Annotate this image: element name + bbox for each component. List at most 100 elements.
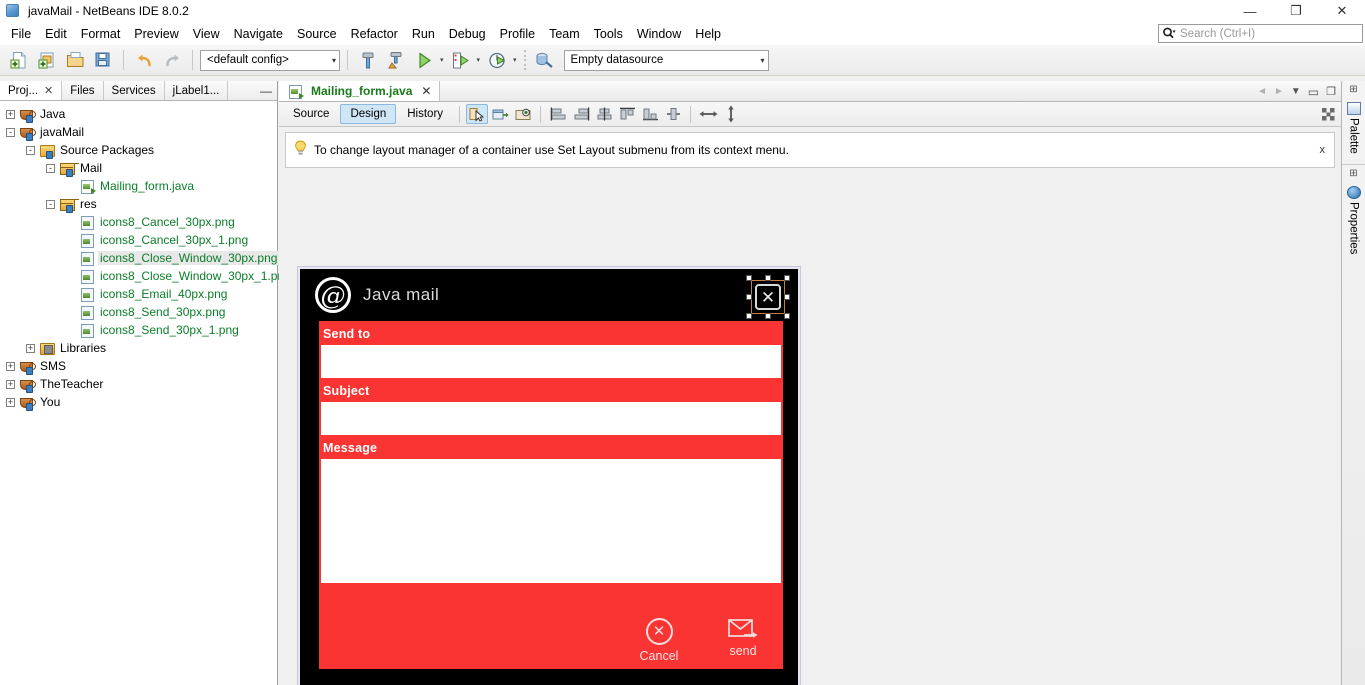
tree-item-icons8-email-40px[interactable]: icons8_Email_40px.png: [0, 285, 277, 303]
tree-item-icons8-cancel-30px-1[interactable]: icons8_Cancel_30px_1.png: [0, 231, 277, 249]
run-play-icon[interactable]: [411, 48, 437, 73]
tree-item-libraries[interactable]: + Libraries: [0, 339, 277, 357]
expander-icon[interactable]: +: [6, 379, 15, 389]
menu-tools[interactable]: Tools: [587, 24, 630, 44]
menu-help[interactable]: Help: [688, 24, 728, 44]
expander-icon[interactable]: +: [26, 343, 35, 353]
dock-tab-palette[interactable]: Palette: [1345, 98, 1363, 158]
tree-item-sms[interactable]: + SMS: [0, 357, 277, 375]
mode-design-button[interactable]: Design: [340, 104, 397, 124]
menu-navigate[interactable]: Navigate: [227, 24, 290, 44]
menu-debug[interactable]: Debug: [442, 24, 493, 44]
mailing-form-preview[interactable]: @ Java mail ✕ Send to Subject Message ✕ …: [298, 267, 800, 685]
menu-preview[interactable]: Preview: [127, 24, 185, 44]
hammer-icon[interactable]: [355, 48, 381, 73]
design-canvas[interactable]: @ Java mail ✕ Send to Subject Message ✕ …: [279, 173, 1341, 685]
menu-source[interactable]: Source: [290, 24, 344, 44]
tab-list-dropdown[interactable]: ▼: [1291, 86, 1301, 97]
new-project-icon[interactable]: [34, 48, 60, 73]
cursor-select-icon[interactable]: [466, 104, 489, 124]
minimize-panel-button[interactable]: —: [257, 81, 275, 101]
config-combo[interactable]: <default config> ▾: [200, 49, 340, 71]
redo-icon[interactable]: [159, 48, 185, 73]
tab-services[interactable]: Services: [104, 81, 165, 100]
close-icon[interactable]: ✕: [421, 84, 431, 98]
search-input[interactable]: Search (Ctrl+I): [1158, 24, 1363, 43]
resize-width-icon[interactable]: [697, 104, 719, 124]
close-hint-button[interactable]: x: [1320, 144, 1326, 156]
expander-icon[interactable]: -: [46, 163, 55, 173]
menu-view[interactable]: View: [186, 24, 227, 44]
menu-window[interactable]: Window: [630, 24, 688, 44]
align-left-icon[interactable]: [547, 104, 569, 124]
editor-tab-mailing-form[interactable]: Mailing_form.java ✕: [279, 81, 441, 101]
tree-item-javamail[interactable]: - javaMail: [0, 123, 277, 141]
form-send-button[interactable]: send: [713, 618, 773, 658]
resize-handle-top-right[interactable]: [784, 275, 790, 281]
debug-icon[interactable]: [448, 48, 474, 73]
tab-projects[interactable]: Proj... ✕: [0, 81, 63, 100]
form-close-button[interactable]: ✕: [746, 275, 790, 319]
menu-run[interactable]: Run: [405, 24, 442, 44]
expander-icon[interactable]: -: [6, 127, 15, 137]
tree-item-mail-package[interactable]: - Mail: [0, 159, 277, 177]
tree-item-java[interactable]: + Java: [0, 105, 277, 123]
float-window-button[interactable]: ❐: [1326, 85, 1336, 98]
datasource-combo[interactable]: Empty datasource ▾: [563, 49, 769, 71]
expander-icon[interactable]: -: [46, 199, 55, 209]
resize-handle-top-left[interactable]: [746, 275, 752, 281]
resize-handle-bottom-center[interactable]: [765, 313, 771, 319]
align-bottom-icon[interactable]: [639, 104, 661, 124]
connection-icon[interactable]: [489, 104, 511, 124]
menu-profile[interactable]: Profile: [493, 24, 542, 44]
tree-item-source-packages[interactable]: - Source Packages: [0, 141, 277, 159]
tree-item-res-package[interactable]: - res: [0, 195, 277, 213]
debug-dropdown-arrow-icon[interactable]: ▾: [477, 56, 481, 64]
tree-item-icons8-send-30px[interactable]: icons8_Send_30px.png: [0, 303, 277, 321]
tree-item-icons8-send-30px-1[interactable]: icons8_Send_30px_1.png: [0, 321, 277, 339]
subject-input[interactable]: [321, 402, 781, 435]
expander-icon[interactable]: -: [26, 145, 35, 155]
tab-jlabel1[interactable]: jLabel1...: [165, 81, 229, 100]
dock-tab-properties[interactable]: Properties: [1345, 182, 1363, 258]
center-h-icon[interactable]: [662, 104, 684, 124]
align-right-icon[interactable]: [570, 104, 592, 124]
profile-icon[interactable]: [484, 48, 510, 73]
tree-item-icons8-cancel-30px[interactable]: icons8_Cancel_30px.png: [0, 213, 277, 231]
close-window-button[interactable]: ✕: [1319, 0, 1365, 22]
align-center-icon[interactable]: [593, 104, 615, 124]
tab-files[interactable]: Files: [62, 81, 104, 100]
tree-item-mailing-form-java[interactable]: Mailing_form.java: [0, 177, 277, 195]
menu-team[interactable]: Team: [542, 24, 587, 44]
datasource-icon[interactable]: [532, 48, 558, 73]
pin-icon[interactable]: ⊞: [1349, 84, 1357, 95]
open-project-icon[interactable]: [62, 48, 88, 73]
menu-file[interactable]: File: [4, 24, 38, 44]
hammer-broom-icon[interactable]: [383, 48, 409, 73]
expander-icon[interactable]: +: [6, 361, 15, 371]
tree-item-you[interactable]: + You: [0, 393, 277, 411]
new-file-icon[interactable]: [6, 48, 32, 73]
pin-icon[interactable]: ⊞: [1349, 168, 1357, 179]
expander-icon[interactable]: +: [6, 397, 15, 407]
send-to-input[interactable]: [321, 345, 781, 378]
resize-height-icon[interactable]: [720, 104, 742, 124]
maximize-window-button[interactable]: ▭: [1308, 85, 1319, 99]
tree-item-icons8-close-window-30px[interactable]: icons8_Close_Window_30px.png: [0, 249, 280, 267]
maximize-button[interactable]: ❐: [1273, 0, 1319, 22]
tree-item-theteacher[interactable]: + TheTeacher: [0, 375, 277, 393]
mode-history-button[interactable]: History: [397, 104, 453, 124]
resize-handle-middle-left[interactable]: [746, 294, 752, 300]
align-top-icon[interactable]: [616, 104, 638, 124]
resize-handle-bottom-right[interactable]: [784, 313, 790, 319]
profile-dropdown-arrow-icon[interactable]: ▾: [513, 56, 517, 64]
minimize-button[interactable]: —: [1227, 0, 1273, 22]
expander-icon[interactable]: +: [6, 109, 15, 119]
mode-source-button[interactable]: Source: [283, 104, 339, 124]
menu-refactor[interactable]: Refactor: [344, 24, 405, 44]
preview-eye-icon[interactable]: [512, 104, 534, 124]
tree-item-icons8-close-window-30px-1[interactable]: icons8_Close_Window_30px_1.png: [0, 267, 291, 285]
resize-handle-bottom-left[interactable]: [746, 313, 752, 319]
grid-icon[interactable]: [1319, 105, 1337, 123]
close-icon[interactable]: ✕: [44, 84, 53, 97]
